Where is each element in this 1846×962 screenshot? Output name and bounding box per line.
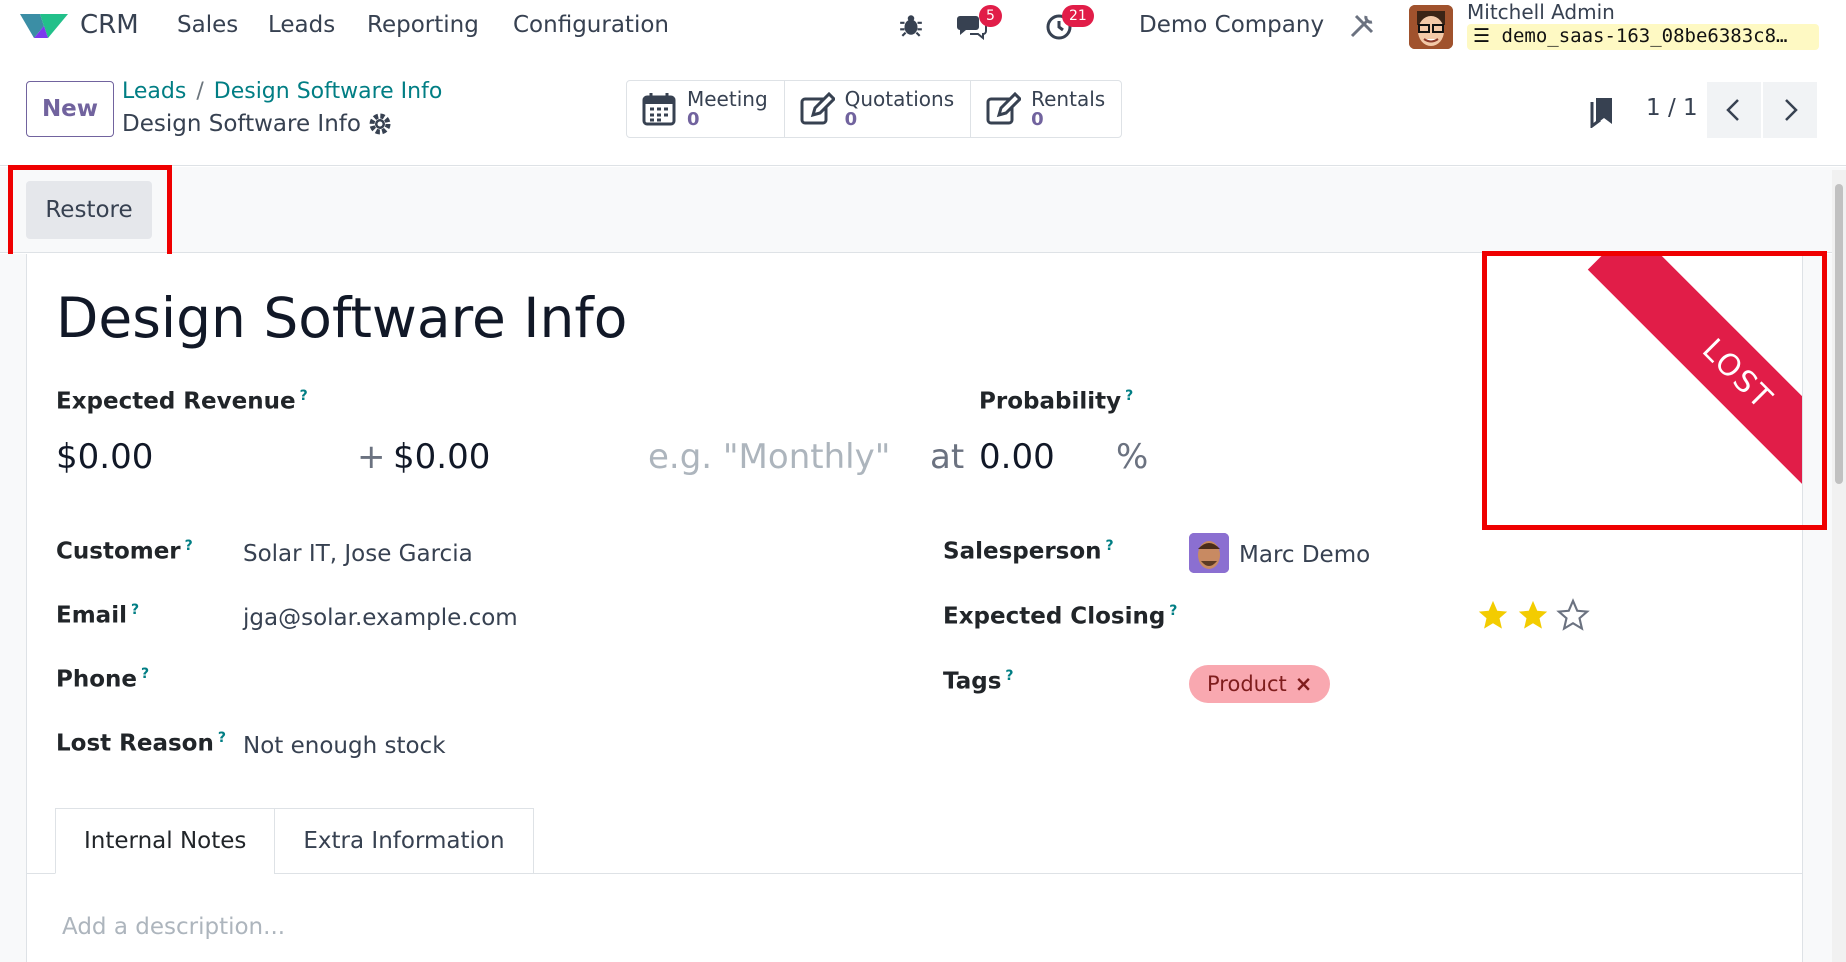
phone-label: Phone?: [56, 666, 150, 693]
notebook-tabs: Internal Notes Extra Information: [55, 808, 534, 874]
new-button[interactable]: New: [26, 81, 114, 137]
smart-buttons: Meeting 0 Quotations 0 Rentals 0: [626, 80, 1123, 138]
breadcrumb-separator: /: [196, 79, 204, 104]
lead-title[interactable]: Design Software Info: [56, 286, 627, 350]
menu-configuration[interactable]: Configuration: [513, 12, 669, 38]
recurring-revenue-field[interactable]: $0.00: [393, 437, 490, 477]
lost-ribbon: LOST: [1517, 254, 1802, 510]
email-label: Email?: [56, 602, 140, 629]
user-name[interactable]: Mitchell Admin: [1467, 0, 1615, 24]
rentals-smart-button[interactable]: Rentals 0: [971, 81, 1121, 137]
activities-badge: 21: [1062, 5, 1094, 27]
edit-document-icon: [800, 91, 835, 125]
customer-label: Customer?: [56, 538, 193, 565]
crm-logo-icon[interactable]: [20, 10, 68, 42]
probability-field[interactable]: 0.00: [979, 437, 1055, 477]
salesperson-label: Salesperson?: [943, 538, 1114, 565]
quotations-smart-button[interactable]: Quotations 0: [785, 81, 972, 137]
tab-internal-notes[interactable]: Internal Notes: [55, 808, 276, 874]
salesperson-field[interactable]: Marc Demo: [1239, 542, 1370, 568]
breadcrumb-current[interactable]: Design Software Info: [214, 79, 443, 104]
gear-icon[interactable]: [368, 112, 392, 136]
rentals-label: Rentals: [1031, 87, 1106, 111]
email-field[interactable]: jga@solar.example.com: [243, 605, 518, 631]
menu-reporting[interactable]: Reporting: [367, 12, 479, 38]
customer-field[interactable]: Solar IT, Jose Garcia: [243, 541, 473, 567]
pager-previous-button[interactable]: [1707, 82, 1761, 138]
rentals-count: 0: [1031, 109, 1044, 130]
recurring-plan-field[interactable]: e.g. "Monthly": [648, 437, 890, 477]
expected-closing-label: Expected Closing?: [943, 603, 1178, 630]
calendar-icon: [642, 93, 676, 126]
database-name: ☰ demo_saas-163_08be6383c8…: [1467, 24, 1819, 50]
salesperson-avatar: [1189, 533, 1229, 573]
status-bar: Restore: [0, 167, 1846, 253]
record-title: Design Software Info: [122, 111, 361, 137]
lost-reason-label: Lost Reason?: [56, 730, 226, 757]
bookmark-icon[interactable]: [1590, 96, 1614, 128]
expected-closing-field[interactable]: [1189, 597, 1389, 633]
form-sheet: LOST Design Software Info Expected Reven…: [26, 254, 1803, 962]
at-label: at: [930, 437, 965, 477]
database-label: demo_saas-163_08be6383c8…: [1501, 25, 1788, 47]
scrollbar-thumb[interactable]: [1835, 184, 1843, 484]
lost-reason-field[interactable]: Not enough stock: [243, 733, 446, 759]
tab-extra-information[interactable]: Extra Information: [274, 808, 534, 874]
phone-field[interactable]: [243, 669, 743, 699]
tags-label: Tags?: [943, 668, 1014, 695]
plus-sign: +: [357, 437, 386, 477]
chevron-right-icon: [1785, 99, 1798, 121]
control-panel: New Leads / Design Software Info Design So…: [0, 52, 1846, 166]
tag-product[interactable]: Product ×: [1189, 665, 1331, 703]
pager-next-button[interactable]: [1763, 82, 1817, 138]
quotations-label: Quotations: [844, 87, 955, 111]
tools-icon[interactable]: [1348, 12, 1376, 40]
chevron-left-icon: [1726, 99, 1739, 121]
star-filled-icon[interactable]: [1516, 598, 1550, 632]
star-filled-icon[interactable]: [1476, 598, 1510, 632]
pager-value[interactable]: 1 / 1: [1646, 95, 1698, 121]
scrollbar[interactable]: [1832, 170, 1846, 962]
probability-label: Probability?: [979, 388, 1134, 415]
expected-revenue-label: Expected Revenue?: [56, 388, 308, 415]
user-avatar[interactable]: [1409, 5, 1453, 49]
bug-icon[interactable]: [898, 12, 924, 38]
breadcrumb: Leads / Design Software Info: [122, 79, 442, 104]
restore-button[interactable]: Restore: [26, 181, 152, 239]
tag-label: Product: [1207, 672, 1287, 696]
edit-document-icon: [986, 91, 1022, 125]
database-icon: ☰: [1473, 25, 1491, 47]
quotations-count: 0: [844, 109, 858, 130]
app-name[interactable]: CRM: [80, 10, 139, 40]
messages-badge: 5: [979, 5, 1002, 27]
meeting-count: 0: [687, 109, 700, 130]
meeting-smart-button[interactable]: Meeting 0: [627, 81, 785, 137]
menu-sales[interactable]: Sales: [177, 12, 238, 38]
ribbon-label: LOST: [1587, 254, 1802, 510]
description-field[interactable]: Add a description...: [62, 914, 285, 940]
company-switcher[interactable]: Demo Company: [1139, 12, 1324, 38]
percent-sign: %: [1116, 437, 1149, 477]
breadcrumb-leads[interactable]: Leads: [122, 79, 186, 104]
star-empty-icon[interactable]: [1556, 598, 1590, 632]
menu-leads[interactable]: Leads: [268, 12, 335, 38]
top-navbar: CRM Sales Leads Reporting Configuration …: [0, 0, 1846, 52]
tag-remove-icon[interactable]: ×: [1295, 672, 1313, 696]
meeting-label: Meeting: [687, 87, 768, 111]
expected-revenue-field[interactable]: $0.00: [56, 437, 153, 477]
